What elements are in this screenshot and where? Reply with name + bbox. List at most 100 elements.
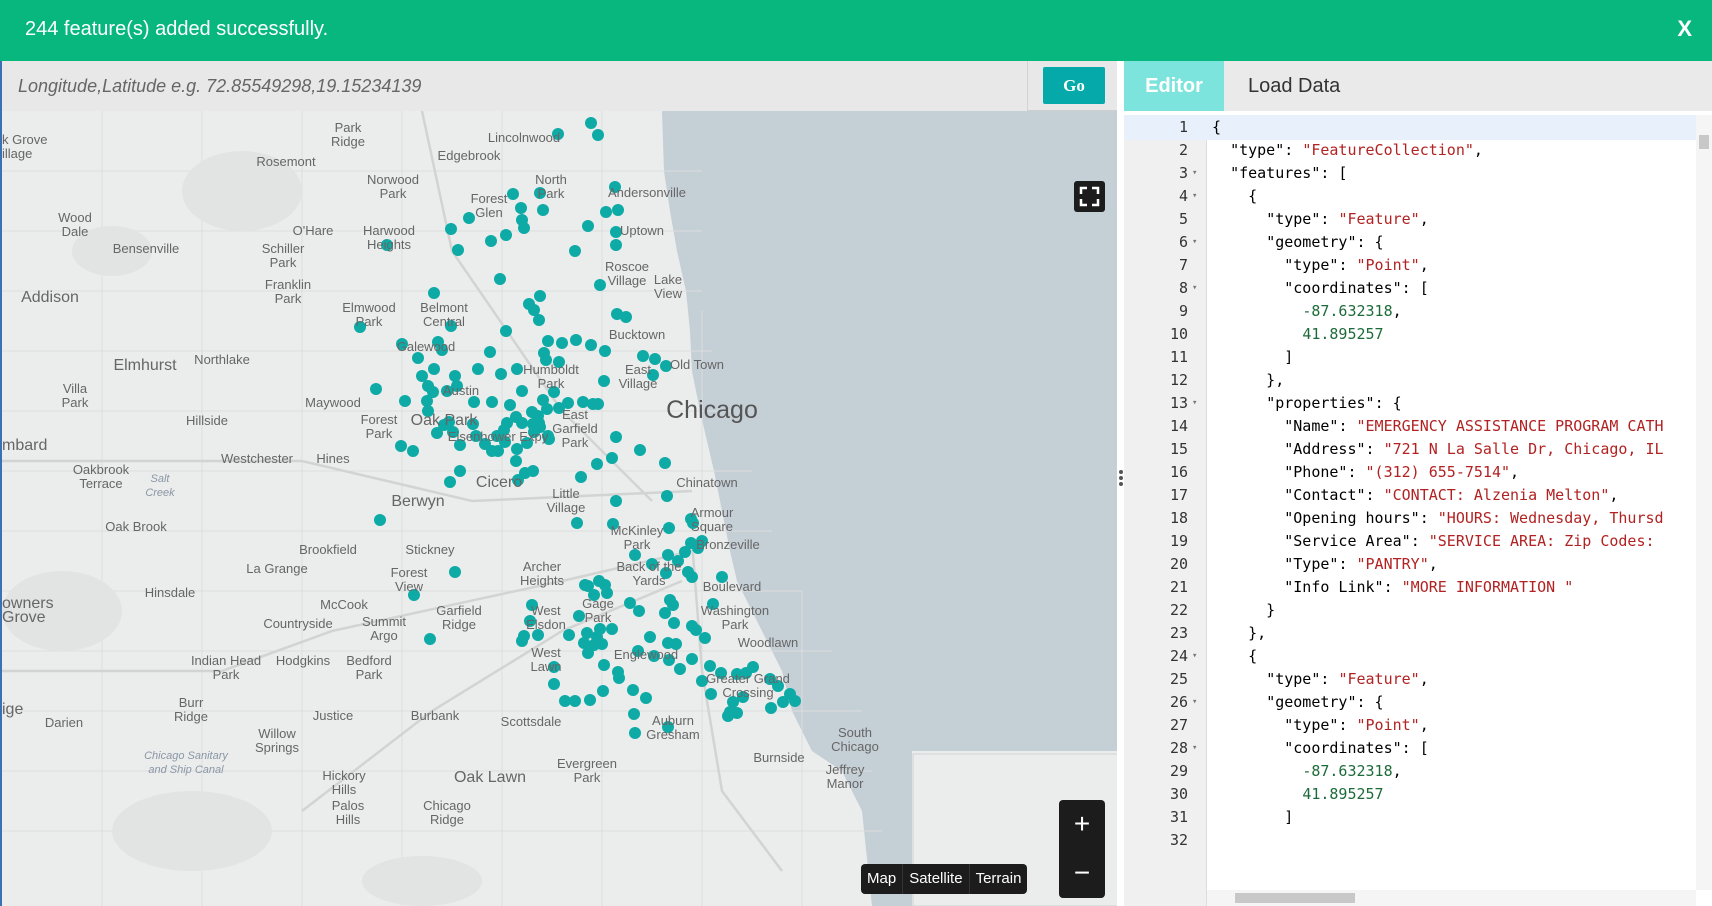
location-marker[interactable] (484, 346, 496, 358)
fold-arrow-icon[interactable]: ▾ (1192, 276, 1197, 301)
location-marker[interactable] (610, 431, 622, 443)
location-marker[interactable] (600, 206, 612, 218)
code-line[interactable]: 12 }, (1124, 368, 1712, 393)
location-marker[interactable] (612, 204, 624, 216)
location-marker[interactable] (674, 663, 686, 675)
location-marker[interactable] (516, 635, 528, 647)
location-marker[interactable] (500, 325, 512, 337)
location-marker[interactable] (598, 375, 610, 387)
location-marker[interactable] (578, 637, 590, 649)
fullscreen-button[interactable] (1074, 181, 1105, 212)
location-marker[interactable] (592, 129, 604, 141)
code-line[interactable]: 15 "Address": "721 N La Salle Dr, Chicag… (1124, 437, 1712, 462)
location-marker[interactable] (569, 245, 581, 257)
code-line[interactable]: 25 "type": "Feature", (1124, 667, 1712, 692)
map-type-satellite[interactable]: Satellite (902, 864, 968, 894)
code-line[interactable]: 26 ▾ "geometry": { (1124, 690, 1712, 715)
code-line[interactable]: 2 "type": "FeatureCollection", (1124, 138, 1712, 163)
location-marker[interactable] (628, 708, 640, 720)
location-marker[interactable] (424, 633, 436, 645)
location-marker[interactable] (629, 727, 641, 739)
code-line[interactable]: 18 "Opening hours": "HOURS: Wednesday, T… (1124, 506, 1712, 531)
location-marker[interactable] (518, 222, 530, 234)
map-type-map[interactable]: Map (861, 864, 902, 894)
location-marker[interactable] (494, 273, 506, 285)
location-marker[interactable] (511, 443, 523, 455)
location-marker[interactable] (527, 465, 539, 477)
code-line[interactable]: 3 ▾ "features": [ (1124, 161, 1712, 186)
code-line[interactable]: 22 } (1124, 598, 1712, 623)
location-marker[interactable] (575, 471, 587, 483)
resize-handle-icon[interactable] (1117, 468, 1124, 496)
code-line[interactable]: 23 }, (1124, 621, 1712, 646)
code-line[interactable]: 32 (1124, 828, 1712, 853)
close-icon[interactable]: X (1677, 16, 1692, 42)
location-marker[interactable] (585, 339, 597, 351)
location-marker[interactable] (612, 666, 624, 678)
location-marker[interactable] (624, 597, 636, 609)
map-type-terrain[interactable]: Terrain (968, 864, 1028, 894)
code-line[interactable]: 28 ▾ "coordinates": [ (1124, 736, 1712, 761)
code-line[interactable]: 17 "Contact": "CONTACT: Alzenia Melton", (1124, 483, 1712, 508)
code-editor[interactable]: 1{2 "type": "FeatureCollection", 3 ▾ "feat… (1124, 115, 1712, 906)
location-marker[interactable] (661, 490, 673, 502)
map-canvas[interactable]: Park Ridge Lincolnwood k Grove illage Ro… (2, 111, 1117, 906)
location-marker[interactable] (627, 684, 639, 696)
location-marker[interactable] (395, 440, 407, 452)
code-line[interactable]: 21 "Info Link": "MORE INFORMATION " (1124, 575, 1712, 600)
location-marker[interactable] (449, 566, 461, 578)
location-marker[interactable] (495, 368, 507, 380)
location-marker[interactable] (596, 638, 608, 650)
location-marker[interactable] (610, 495, 622, 507)
location-marker[interactable] (597, 685, 609, 697)
location-marker[interactable] (584, 694, 596, 706)
location-marker[interactable] (731, 707, 743, 719)
location-marker[interactable] (500, 229, 512, 241)
fold-arrow-icon[interactable]: ▾ (1192, 230, 1197, 255)
fold-arrow-icon[interactable]: ▾ (1192, 184, 1197, 209)
code-line[interactable]: 8 ▾ "coordinates": [ (1124, 276, 1712, 301)
location-marker[interactable] (610, 239, 622, 251)
code-line[interactable]: 10 41.895257 (1124, 322, 1712, 347)
vertical-scrollbar[interactable] (1696, 115, 1712, 890)
location-marker[interactable] (570, 334, 582, 346)
location-marker[interactable] (507, 188, 519, 200)
location-marker[interactable] (534, 290, 546, 302)
location-marker[interactable] (542, 335, 554, 347)
location-marker[interactable] (644, 631, 656, 643)
coordinate-search-input[interactable] (2, 61, 1028, 111)
location-marker[interactable] (485, 235, 497, 247)
location-marker[interactable] (659, 457, 671, 469)
location-marker[interactable] (472, 363, 484, 375)
fold-arrow-icon[interactable]: ▾ (1192, 161, 1197, 186)
location-marker[interactable] (416, 370, 428, 382)
code-line[interactable]: 19 "Service Area": "SERVICE AREA: Zip Co… (1124, 529, 1712, 554)
location-marker[interactable] (492, 445, 504, 457)
code-line[interactable]: 11 ] (1124, 345, 1712, 370)
code-line[interactable]: 24 ▾ { (1124, 644, 1712, 669)
location-marker[interactable] (533, 417, 545, 429)
horizontal-scrollbar[interactable] (1207, 890, 1696, 906)
location-marker[interactable] (428, 363, 440, 375)
location-marker[interactable] (511, 363, 523, 375)
location-marker[interactable] (452, 244, 464, 256)
location-marker[interactable] (599, 579, 611, 591)
fold-arrow-icon[interactable]: ▾ (1192, 644, 1197, 669)
fold-arrow-icon[interactable]: ▾ (1192, 391, 1197, 416)
location-marker[interactable] (599, 345, 611, 357)
location-marker[interactable] (515, 202, 527, 214)
location-marker[interactable] (579, 579, 591, 591)
pane-resizer[interactable] (1117, 61, 1124, 906)
location-marker[interactable] (510, 455, 522, 467)
code-line[interactable]: 6 ▾ "geometry": { (1124, 230, 1712, 255)
tab-editor[interactable]: Editor (1124, 61, 1224, 111)
location-marker[interactable] (428, 287, 440, 299)
location-marker[interactable] (598, 659, 610, 671)
location-marker[interactable] (533, 314, 545, 326)
fold-arrow-icon[interactable]: ▾ (1192, 690, 1197, 715)
location-marker[interactable] (374, 514, 386, 526)
location-marker[interactable] (504, 399, 516, 411)
location-marker[interactable] (640, 692, 652, 704)
code-line[interactable]: 30 41.895257 (1124, 782, 1712, 807)
code-line[interactable]: 29 -87.632318, (1124, 759, 1712, 784)
